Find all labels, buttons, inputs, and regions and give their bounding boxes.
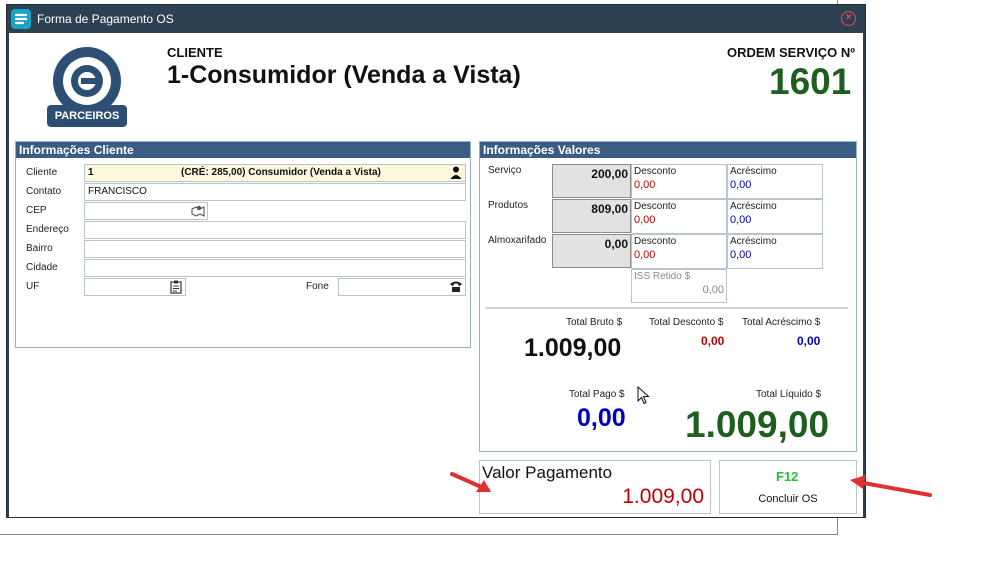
- fone-field[interactable]: [338, 278, 466, 296]
- cliente-code: 1: [88, 167, 94, 178]
- servico-label: Serviço: [488, 165, 522, 176]
- f12-shortcut-icon: F12: [776, 469, 799, 484]
- endereco-label: Endereço: [26, 224, 69, 235]
- annotation-arrow-right: [850, 475, 932, 497]
- total-acrescimo-value: 0,00: [797, 334, 821, 348]
- acrescimo-label: Acréscimo: [730, 236, 777, 247]
- almoxarifado-acrescimo-box[interactable]: Acréscimo 0,00: [727, 234, 823, 269]
- clipboard-icon[interactable]: [169, 280, 183, 294]
- desconto-label: Desconto: [634, 166, 677, 177]
- almoxarifado-desconto-value: 0,00: [634, 249, 656, 261]
- client-name: 1-Consumidor (Venda a Vista): [167, 61, 521, 89]
- servico-acrescimo-box[interactable]: Acréscimo 0,00: [727, 164, 823, 199]
- contato-label: Contato: [26, 186, 62, 197]
- os-number: 1601: [769, 61, 852, 102]
- almoxarifado-desconto-box[interactable]: Desconto 0,00: [631, 234, 727, 269]
- payment-value-label: Valor Pagamento: [482, 463, 613, 482]
- produtos-desconto-value: 0,00: [634, 214, 656, 226]
- total-desconto-value: 0,00: [701, 334, 725, 348]
- produtos-acrescimo-value: 0,00: [730, 214, 752, 226]
- desconto-label: Desconto: [634, 201, 677, 212]
- servico-acrescimo-value: 0,00: [730, 179, 752, 191]
- servico-desconto-box[interactable]: Desconto 0,00: [631, 164, 727, 199]
- bairro-field[interactable]: [84, 240, 466, 258]
- values-info-title: Informações Valores: [480, 142, 856, 158]
- iss-box[interactable]: ISS Retido $ 0,00: [631, 269, 727, 303]
- cep-label: CEP: [26, 205, 47, 216]
- iss-value: 0,00: [702, 284, 724, 296]
- desconto-label: Desconto: [634, 236, 677, 247]
- endereco-field[interactable]: [84, 221, 466, 239]
- concluir-os-label: Concluir OS: [758, 493, 818, 505]
- total-desconto-label: Total Desconto $: [649, 317, 724, 328]
- almoxarifado-acrescimo-value: 0,00: [730, 249, 752, 261]
- parceiros-logo: PARCEIROS: [39, 43, 135, 131]
- logo-text: PARCEIROS: [54, 110, 120, 122]
- divider: [486, 307, 848, 309]
- total-bruto-value: 1.009,00: [524, 334, 622, 362]
- client-info-panel: Informações Cliente Cliente 1 (CRÉ: 285,…: [15, 141, 471, 348]
- concluir-os-button[interactable]: F12 Concluir OS: [719, 460, 857, 514]
- annotation-arrow-left: [450, 472, 491, 492]
- almoxarifado-label: Almoxarifado: [488, 235, 547, 246]
- cliente-field[interactable]: 1 (CRÉ: 285,00) Consumidor (Venda a Vist…: [84, 164, 466, 182]
- title-bar: Forma de Pagamento OS ×: [7, 5, 865, 33]
- close-icon[interactable]: ×: [841, 11, 856, 26]
- produtos-desconto-box[interactable]: Desconto 0,00: [631, 199, 727, 234]
- cliente-label: Cliente: [26, 167, 58, 178]
- uf-label: UF: [26, 281, 40, 292]
- total-acrescimo-label: Total Acréscimo $: [742, 317, 821, 328]
- uf-field[interactable]: [84, 278, 186, 296]
- dialog-body: PARCEIROS CLIENTE 1-Consumidor (Venda a …: [9, 33, 863, 517]
- user-icon[interactable]: [449, 166, 463, 180]
- fone-label: Fone: [306, 281, 329, 292]
- app-icon: [11, 9, 31, 29]
- cidade-label: Cidade: [26, 262, 58, 273]
- contato-field[interactable]: FRANCISCO: [84, 183, 466, 201]
- servico-value: 200,00: [552, 164, 631, 198]
- acrescimo-label: Acréscimo: [730, 201, 777, 212]
- payment-value: 1.009,00: [622, 485, 704, 508]
- client-label: CLIENTE: [167, 45, 223, 60]
- values-info-panel: Informações Valores Serviço 200,00 Desco…: [479, 141, 857, 452]
- client-info-title: Informações Cliente: [16, 142, 470, 158]
- acrescimo-label: Acréscimo: [730, 166, 777, 177]
- os-label: ORDEM SERVIÇO Nº: [727, 45, 856, 60]
- servico-desconto-value: 0,00: [634, 179, 656, 191]
- total-pago-value: 0,00: [577, 404, 626, 432]
- cliente-value: (CRÉ: 285,00) Consumidor (Venda a Vista): [181, 167, 381, 178]
- map-icon[interactable]: [191, 204, 205, 218]
- produtos-label: Produtos: [488, 200, 529, 211]
- produtos-acrescimo-box[interactable]: Acréscimo 0,00: [727, 199, 823, 234]
- bairro-label: Bairro: [26, 243, 53, 254]
- total-liquido-value: 1.009,00: [685, 404, 830, 445]
- mouse-cursor-icon: [637, 386, 650, 405]
- payment-dialog: Forma de Pagamento OS × PARCEIROS CLIENT…: [6, 4, 866, 518]
- cidade-field[interactable]: [84, 259, 466, 277]
- phone-icon[interactable]: [449, 280, 463, 294]
- window-title: Forma de Pagamento OS: [37, 12, 174, 26]
- total-liquido-label: Total Líquido $: [756, 389, 822, 400]
- produtos-value: 809,00: [552, 199, 631, 233]
- total-pago-label: Total Pago $: [569, 389, 625, 400]
- iss-label: ISS Retido $: [634, 271, 691, 282]
- cep-field[interactable]: [84, 202, 208, 220]
- payment-value-box[interactable]: Valor Pagamento 1.009,00: [479, 460, 711, 514]
- total-bruto-label: Total Bruto $: [566, 317, 623, 328]
- almoxarifado-value: 0,00: [552, 234, 631, 268]
